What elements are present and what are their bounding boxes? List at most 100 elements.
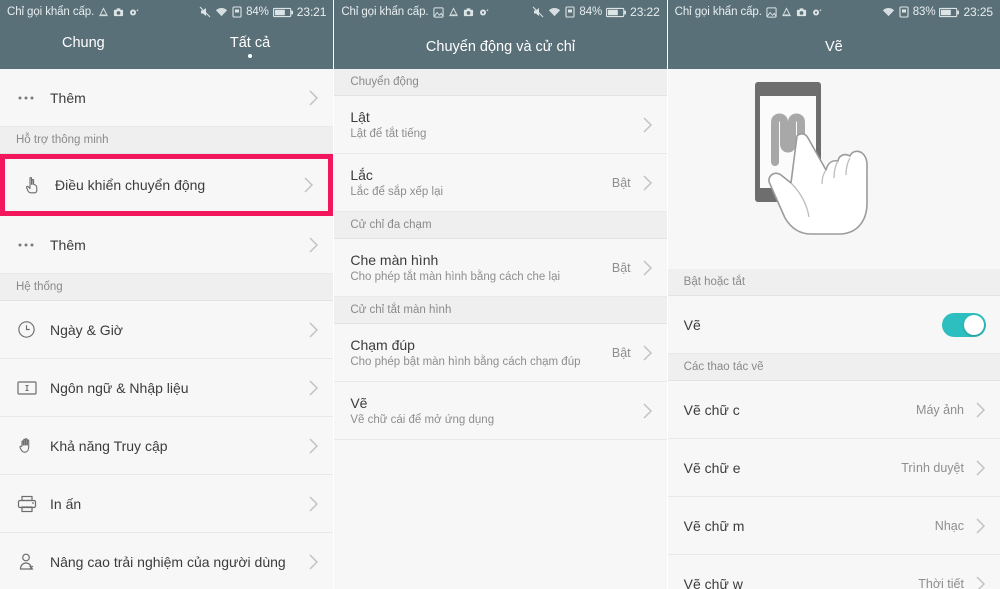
section-header-multitouch: Cử chỉ đa chạm	[334, 212, 667, 239]
chevron-right-icon	[631, 344, 653, 362]
list-item-subtitle: Cho phép tắt màn hình bằng cách che lại	[350, 271, 561, 283]
sim-card-icon	[565, 6, 575, 18]
draw-letter-on-phone-illustration	[667, 69, 1000, 269]
chevron-right-icon	[297, 553, 319, 571]
list-item-them-1[interactable]: Thêm	[0, 69, 334, 127]
sim-card-icon	[899, 6, 909, 18]
panel-settings-general: Chỉ gọi khẩn cấp. 84% 23:21 Chung Tất cả	[0, 0, 334, 589]
list-item-in-an[interactable]: In ấn	[0, 475, 334, 533]
battery-percent-label: 84%	[579, 6, 603, 18]
carrier-label: Chỉ gọi khẩn cấp.	[7, 6, 95, 18]
mute-icon	[532, 6, 544, 18]
list-item-lac[interactable]: Lắc Lắc để sắp xếp lại Bật	[334, 154, 667, 212]
battery-icon	[939, 7, 960, 18]
tab-chung[interactable]: Chung	[0, 24, 167, 69]
user-icon	[16, 551, 50, 573]
carrier-label: Chỉ gọi khẩn cấp.	[341, 6, 429, 18]
ellipsis-icon	[16, 88, 50, 108]
list-item-them-2[interactable]: Thêm	[0, 216, 334, 274]
list-item-ve-chu-m[interactable]: Vẽ chữ m Nhạc	[667, 497, 1000, 555]
sim-card-icon	[232, 6, 242, 18]
tab-tat-ca[interactable]: Tất cả	[167, 24, 334, 69]
list-item-subtitle: Vẽ chữ cái để mở ứng dụng	[350, 414, 495, 426]
section-header-draw-actions: Các thao tác vẽ	[667, 354, 1000, 381]
chevron-right-icon	[297, 379, 319, 397]
wifi-icon	[215, 6, 228, 18]
eye-record-icon	[478, 7, 489, 18]
list-item-value: Bật	[611, 175, 631, 190]
status-bar-right: 83% 23:25	[882, 5, 993, 19]
toggle-knob	[963, 314, 984, 335]
list-item-ve-chu-c[interactable]: Vẽ chữ c Máy ảnh	[667, 381, 1000, 439]
battery-icon	[272, 7, 293, 18]
battery-percent-label: 84%	[246, 6, 269, 18]
camera-icon	[463, 7, 474, 18]
list-item-title: Ngôn ngữ & Nhập liệu	[50, 379, 189, 396]
eye-record-icon	[128, 7, 139, 18]
clock-label: 23:22	[630, 5, 660, 19]
section-header-screenoff-gestures: Cử chỉ tắt màn hình	[334, 297, 667, 324]
section-header-smart-assist: Hỗ trợ thông minh	[0, 127, 334, 154]
section-header-on-off: Bật hoặc tắt	[667, 269, 1000, 296]
list-item-title: Chạm đúp	[350, 337, 415, 353]
list-item-title: Vẽ chữ m	[683, 517, 745, 534]
list-item-ve-chu-w[interactable]: Vẽ chữ w Thời tiết	[667, 555, 1000, 589]
mute-icon	[199, 6, 211, 18]
camera-icon	[796, 7, 807, 18]
list-item-title: Che màn hình	[350, 252, 439, 268]
status-bar-left: Chỉ gọi khẩn cấp.	[7, 6, 139, 18]
list-item-ngon-ngu-nhap-lieu[interactable]: Ngôn ngữ & Nhập liệu	[0, 359, 334, 417]
tab-tat-ca-label: Tất cả	[229, 35, 271, 51]
list-item-title: Nâng cao trải nghiệm của người dùng	[50, 553, 286, 570]
status-bar-3: Chỉ gọi khẩn cấp. 83% 23:25	[667, 0, 1000, 24]
carrier-label: Chỉ gọi khẩn cấp.	[674, 6, 762, 18]
list-item-title: Thêm	[50, 236, 86, 253]
list-item-ngay-gio[interactable]: Ngày & Giờ	[0, 301, 334, 359]
list-item-title: In ấn	[50, 495, 82, 512]
list-item-kha-nang-truy-cap[interactable]: Khả năng Truy cập	[0, 417, 334, 475]
status-bar-right: 84% 23:21	[199, 5, 326, 19]
section-header-system: Hệ thống	[0, 274, 334, 301]
chevron-right-icon	[292, 176, 314, 194]
ellipsis-icon	[16, 235, 50, 255]
three-phone-screenshots: Chỉ gọi khẩn cấp. 84% 23:21 Chung Tất cả	[0, 0, 1000, 589]
panel-motion-gestures: Chỉ gọi khẩn cấp. 84% 23:22 Chuyển động …	[333, 0, 667, 589]
pointing-hand-icon	[21, 174, 55, 196]
list-item-value: Máy ảnh	[916, 402, 964, 417]
wifi-icon	[882, 6, 895, 18]
tab-selected-dot	[248, 54, 252, 58]
list-item-title: Khả năng Truy cập	[50, 437, 168, 454]
list-item-che-man-hinh[interactable]: Che màn hình Cho phép tắt màn hình bằng …	[334, 239, 667, 297]
list-item-value: Nhạc	[934, 518, 964, 533]
screenshot-icon	[448, 6, 459, 18]
tab-chung-label: Chung	[61, 35, 105, 51]
list-item-title: Vẽ	[350, 395, 368, 411]
list-item-ve-toggle[interactable]: Vẽ	[667, 296, 1000, 354]
highlight-wrapper: Điều khiển chuyển động	[0, 154, 334, 216]
settings-tabs: Chung Tất cả	[0, 24, 334, 69]
settings-list-1: Thêm Hỗ trợ thông minh Điều khiển chuyển…	[0, 69, 334, 589]
chevron-right-icon	[964, 517, 986, 535]
chevron-right-icon	[631, 402, 653, 420]
list-item-title: Lật	[350, 109, 370, 125]
open-hand-icon	[16, 435, 50, 457]
list-item-ve-chu-e[interactable]: Vẽ chữ e Trình duyệt	[667, 439, 1000, 497]
list-item-cham-dup[interactable]: Chạm đúp Cho phép bật màn hình bằng cách…	[334, 324, 667, 382]
camera-icon	[113, 7, 124, 18]
list-item-value: Trình duyệt	[901, 460, 964, 475]
list-item-lat[interactable]: Lật Lật để tắt tiếng	[334, 96, 667, 154]
list-item-dieu-khien-chuyen-dong[interactable]: Điều khiển chuyển động	[0, 154, 334, 216]
list-item-subtitle: Lật để tắt tiếng	[350, 128, 427, 140]
list-item-nang-cao-trai-nghiem[interactable]: Nâng cao trải nghiệm của người dùng	[0, 533, 334, 589]
list-item-title: Vẽ chữ w	[683, 575, 743, 589]
page-title-2: Chuyển động và cử chỉ	[334, 24, 667, 69]
status-bar-left: Chỉ gọi khẩn cấp.	[341, 6, 488, 18]
panel-draw-gestures: Chỉ gọi khẩn cấp. 83% 23:25 Vẽ Bật hoặc …	[666, 0, 1000, 589]
status-bar-2: Chỉ gọi khẩn cấp. 84% 23:22	[334, 0, 667, 24]
chevron-right-icon	[297, 236, 319, 254]
chevron-right-icon	[631, 174, 653, 192]
list-item-ve[interactable]: Vẽ Vẽ chữ cái để mở ứng dụng	[334, 382, 667, 440]
list-item-title: Vẽ chữ c	[683, 401, 740, 418]
ve-toggle-switch[interactable]	[941, 312, 986, 337]
settings-list-3: Bật hoặc tắt Vẽ Các thao tác vẽ Vẽ chữ c…	[667, 269, 1000, 589]
